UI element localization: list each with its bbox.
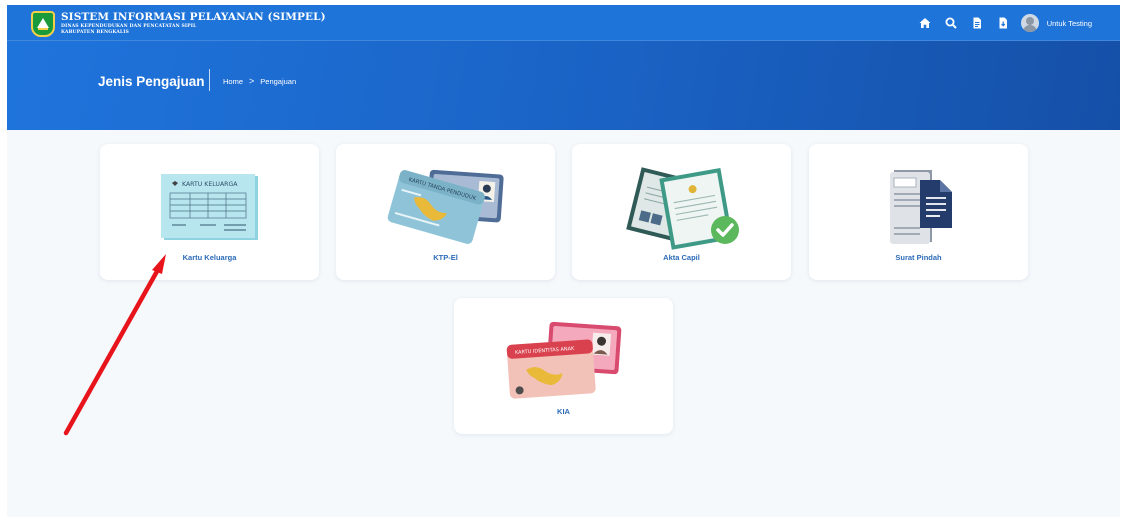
home-icon[interactable] bbox=[919, 17, 931, 29]
certificate-illustration-icon bbox=[625, 167, 739, 250]
card-akta-capil[interactable]: Akta Capil bbox=[572, 144, 791, 280]
card-label: KTP-El bbox=[433, 253, 458, 262]
id-card-illustration-icon: KARTU TANDA PENDUDUK bbox=[387, 169, 504, 244]
page-title: Jenis Pengajuan bbox=[98, 74, 205, 89]
card-label: KIA bbox=[557, 407, 570, 416]
navbar-actions: Untuk Testing bbox=[919, 5, 1092, 41]
card-surat-pindah[interactable]: Surat Pindah bbox=[809, 144, 1028, 280]
app-subtitle-regency: KABUPATEN BENGKALIS bbox=[61, 30, 129, 35]
user-avatar[interactable] bbox=[1020, 14, 1039, 32]
card-kia[interactable]: KARTU IDENTITAS ANAK KIA bbox=[454, 298, 673, 434]
card-ktp-el[interactable]: KARTU TANDA PENDUDUK KTP-El bbox=[336, 144, 555, 280]
card-label: Akta Capil bbox=[663, 253, 700, 262]
breadcrumb-separator: > bbox=[249, 76, 255, 86]
document-download-icon[interactable] bbox=[997, 17, 1009, 29]
annotation-arrow-icon bbox=[63, 254, 166, 436]
family-card-heading: KARTU KELUARGA bbox=[182, 181, 238, 188]
document-icon[interactable] bbox=[971, 17, 983, 29]
page-header: Jenis Pengajuan Home > Pengajuan bbox=[7, 41, 1120, 130]
letter-documents-illustration-icon bbox=[889, 170, 952, 244]
app-frame: SISTEM INFORMASI PELAYANAN (SIMPEL) DINA… bbox=[7, 5, 1120, 517]
emblem-icon bbox=[37, 18, 49, 30]
app-title: SISTEM INFORMASI PELAYANAN (SIMPEL) bbox=[61, 11, 326, 23]
brand: SISTEM INFORMASI PELAYANAN (SIMPEL) DINA… bbox=[61, 11, 326, 36]
user-name[interactable]: Untuk Testing bbox=[1047, 19, 1092, 28]
top-navbar: SISTEM INFORMASI PELAYANAN (SIMPEL) DINA… bbox=[7, 5, 1120, 41]
child-id-card-illustration-icon: KARTU IDENTITAS ANAK bbox=[506, 321, 621, 399]
breadcrumb-current: Pengajuan bbox=[260, 76, 297, 86]
breadcrumb: Home > Pengajuan bbox=[223, 76, 296, 86]
regency-logo[interactable] bbox=[31, 11, 55, 37]
card-label: Surat Pindah bbox=[895, 253, 942, 262]
family-card-illustration-icon: KARTU KELUARGA bbox=[160, 174, 258, 240]
breadcrumb-home[interactable]: Home bbox=[223, 77, 243, 86]
header-divider bbox=[209, 69, 210, 91]
search-icon[interactable] bbox=[945, 17, 957, 29]
